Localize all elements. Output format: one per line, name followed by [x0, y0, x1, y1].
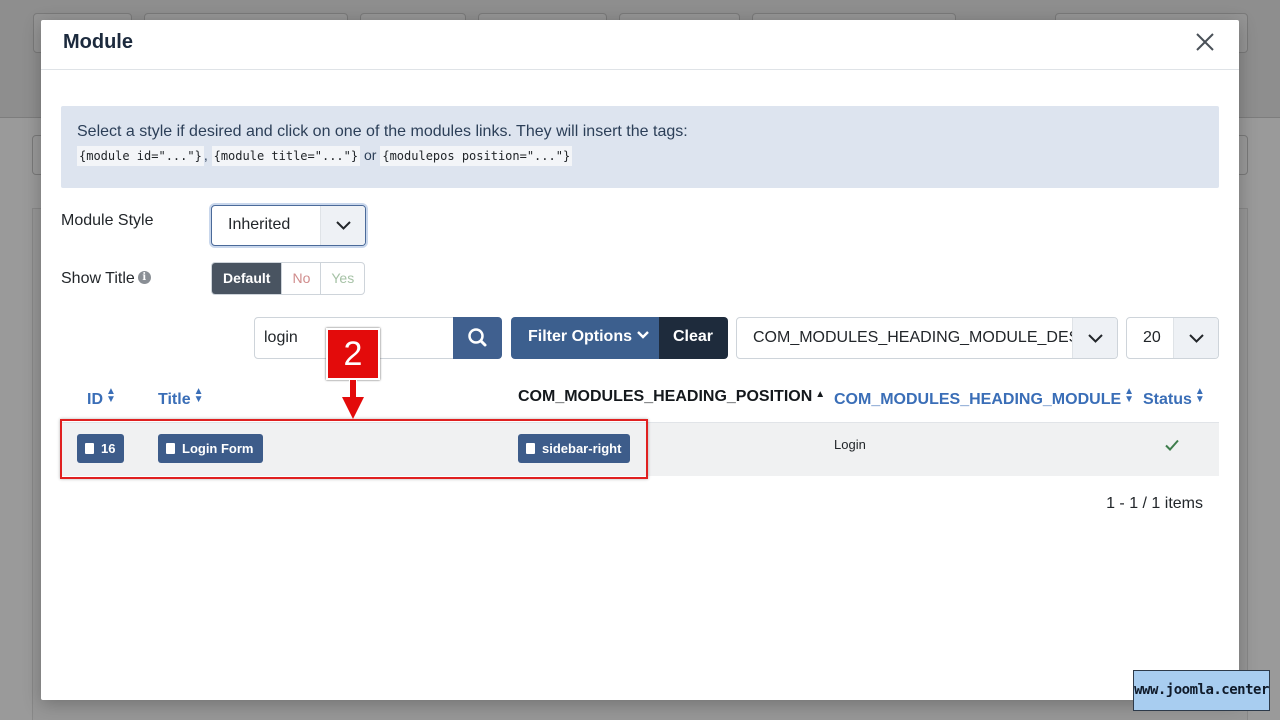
separator: ,	[203, 147, 208, 163]
column-header-id[interactable]: ID ▲ ▼	[87, 386, 116, 409]
search-value: login	[264, 329, 298, 346]
sort-icon: ▲ ▼	[106, 386, 116, 405]
modal-title: Module	[63, 31, 133, 53]
row-module: Login	[834, 437, 866, 452]
code-module-id: {module id="..."}	[77, 146, 204, 166]
separator-or: or	[364, 147, 377, 163]
close-icon[interactable]	[1193, 30, 1217, 54]
info-icon[interactable]: i	[137, 271, 151, 284]
header-position-label: COM_MODULES_HEADING_POSITION	[518, 388, 813, 405]
arrow-down-icon	[342, 397, 364, 419]
search-icon	[468, 328, 487, 347]
show-title-yes[interactable]: Yes	[321, 263, 364, 294]
column-header-module[interactable]: COM_MODULES_HEADING_MODULE ▲ ▼	[834, 386, 1135, 409]
watermark-logo: www.joomla.center	[1133, 670, 1270, 711]
chevron-down-icon	[320, 206, 365, 245]
filter-options-label: Filter Options	[528, 328, 632, 345]
tag-examples: {module id="..."}, {module title="..."} …	[77, 146, 1203, 166]
step-badge: 2	[326, 328, 380, 380]
header-status-label: Status	[1143, 391, 1192, 408]
info-text: Select a style if desired and click on o…	[77, 123, 688, 140]
show-title-label: Show Title i	[61, 270, 151, 288]
header-id-label: ID	[87, 391, 103, 408]
sort-icon: ▲ ▼	[1124, 386, 1135, 405]
header-title-label: Title	[158, 391, 191, 408]
pagination-counter: 1 - 1 / 1 items	[1106, 495, 1203, 512]
info-alert: Select a style if desired and click on o…	[61, 106, 1219, 188]
published-check-icon[interactable]	[1164, 437, 1180, 458]
code-module-title: {module title="..."}	[211, 146, 361, 166]
module-style-select[interactable]: Inherited	[211, 205, 366, 246]
limit-value: 20	[1143, 329, 1161, 346]
limit-select[interactable]: 20	[1126, 317, 1219, 359]
module-modal: Module Select a style if desired and cli…	[41, 20, 1239, 700]
sort-icon: ▲ ▼	[1194, 386, 1205, 405]
header-module-label: COM_MODULES_HEADING_MODULE	[834, 391, 1122, 408]
sort-asc-icon: ▲	[815, 389, 826, 400]
search-button[interactable]	[453, 317, 502, 359]
highlight-box	[60, 419, 648, 479]
ordering-select[interactable]: COM_MODULES_HEADING_MODULE_DESC	[736, 317, 1118, 359]
code-modulepos: {modulepos position="..."}	[380, 146, 573, 166]
chevron-down-icon	[1072, 318, 1117, 358]
clear-button[interactable]: Clear	[659, 317, 728, 359]
show-title-default[interactable]: Default	[212, 263, 283, 294]
column-header-status[interactable]: Status ▲ ▼	[1143, 386, 1205, 409]
show-title-toggle: Default No Yes	[211, 262, 366, 295]
column-header-position[interactable]: COM_MODULES_HEADING_POSITION ▲	[518, 388, 825, 406]
chevron-down-icon	[1173, 318, 1218, 358]
ordering-value: COM_MODULES_HEADING_MODULE_DESC	[753, 329, 1091, 346]
arrow-shaft	[349, 380, 357, 398]
show-title-no[interactable]: No	[282, 263, 322, 294]
column-header-title[interactable]: Title ▲ ▼	[158, 386, 204, 409]
show-title-text: Show Title	[61, 270, 135, 287]
module-style-label: Module Style	[61, 212, 154, 229]
filter-options-button[interactable]: Filter Options	[511, 317, 659, 359]
module-style-value: Inherited	[228, 216, 291, 233]
chevron-down-icon	[637, 331, 649, 339]
sort-icon: ▲ ▼	[193, 386, 204, 405]
modal-header: Module	[41, 20, 1239, 70]
